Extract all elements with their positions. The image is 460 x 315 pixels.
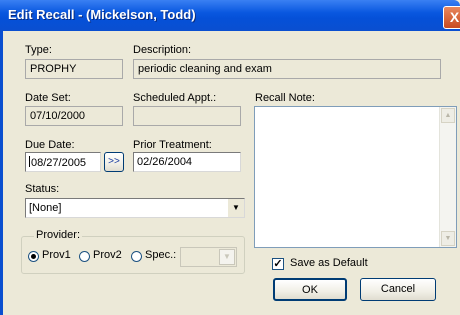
date-set-field: 07/10/2000: [25, 106, 123, 126]
scroll-up-icon[interactable]: ▲: [441, 108, 455, 123]
spec-chevron-down-icon[interactable]: ▼: [219, 249, 235, 265]
due-date-label: Due Date:: [25, 139, 75, 151]
prior-treatment-label: Prior Treatment:: [133, 139, 212, 151]
recall-note-textarea[interactable]: ▲ ▼: [254, 106, 457, 248]
type-field: PROPHY: [25, 59, 123, 79]
edit-recall-dialog: Edit Recall - (Mickelson, Todd) X Type: …: [0, 0, 460, 315]
due-date-value: 08/27/2005: [31, 157, 87, 169]
radio-spec-label[interactable]: Spec.:: [145, 249, 176, 261]
radio-spec[interactable]: [131, 251, 142, 262]
description-field: periodic cleaning and exam: [133, 59, 441, 79]
due-date-input[interactable]: 08/27/2005: [25, 152, 101, 172]
provider-label: Provider:: [34, 229, 83, 241]
save-as-default-checkbox[interactable]: ✓: [272, 258, 284, 270]
cancel-button[interactable]: Cancel: [360, 278, 436, 301]
scheduled-appt-field: [133, 106, 241, 126]
status-select[interactable]: [None] ▼: [25, 198, 245, 218]
radio-prov2-label[interactable]: Prov2: [93, 249, 122, 261]
radio-prov1[interactable]: [28, 251, 39, 262]
window-frame: [0, 31, 3, 315]
advance-due-date-button[interactable]: >>: [104, 152, 124, 172]
text-caret: [29, 156, 30, 167]
status-selected-value: [None]: [29, 202, 62, 214]
status-label: Status:: [25, 183, 60, 195]
ok-button[interactable]: OK: [273, 278, 347, 301]
recall-note-label: Recall Note:: [255, 92, 315, 104]
recall-note-scrollbar[interactable]: ▲ ▼: [439, 107, 456, 247]
radio-prov1-label[interactable]: Prov1: [42, 249, 71, 261]
date-set-label: Date Set:: [25, 92, 71, 104]
chevron-down-icon[interactable]: ▼: [228, 199, 244, 217]
radio-prov2[interactable]: [79, 251, 90, 262]
window-title: Edit Recall - (Mickelson, Todd): [8, 7, 196, 22]
spec-select[interactable]: ▼: [180, 247, 237, 267]
save-as-default-label[interactable]: Save as Default: [290, 257, 368, 269]
close-icon[interactable]: X: [443, 6, 460, 29]
scheduled-appt-label: Scheduled Appt.:: [133, 92, 217, 104]
scroll-down-icon[interactable]: ▼: [441, 231, 455, 246]
title-bar[interactable]: Edit Recall - (Mickelson, Todd) X: [0, 0, 460, 31]
type-label: Type:: [25, 44, 52, 56]
description-label: Description:: [133, 44, 192, 56]
prior-treatment-input[interactable]: 02/26/2004: [133, 152, 241, 172]
